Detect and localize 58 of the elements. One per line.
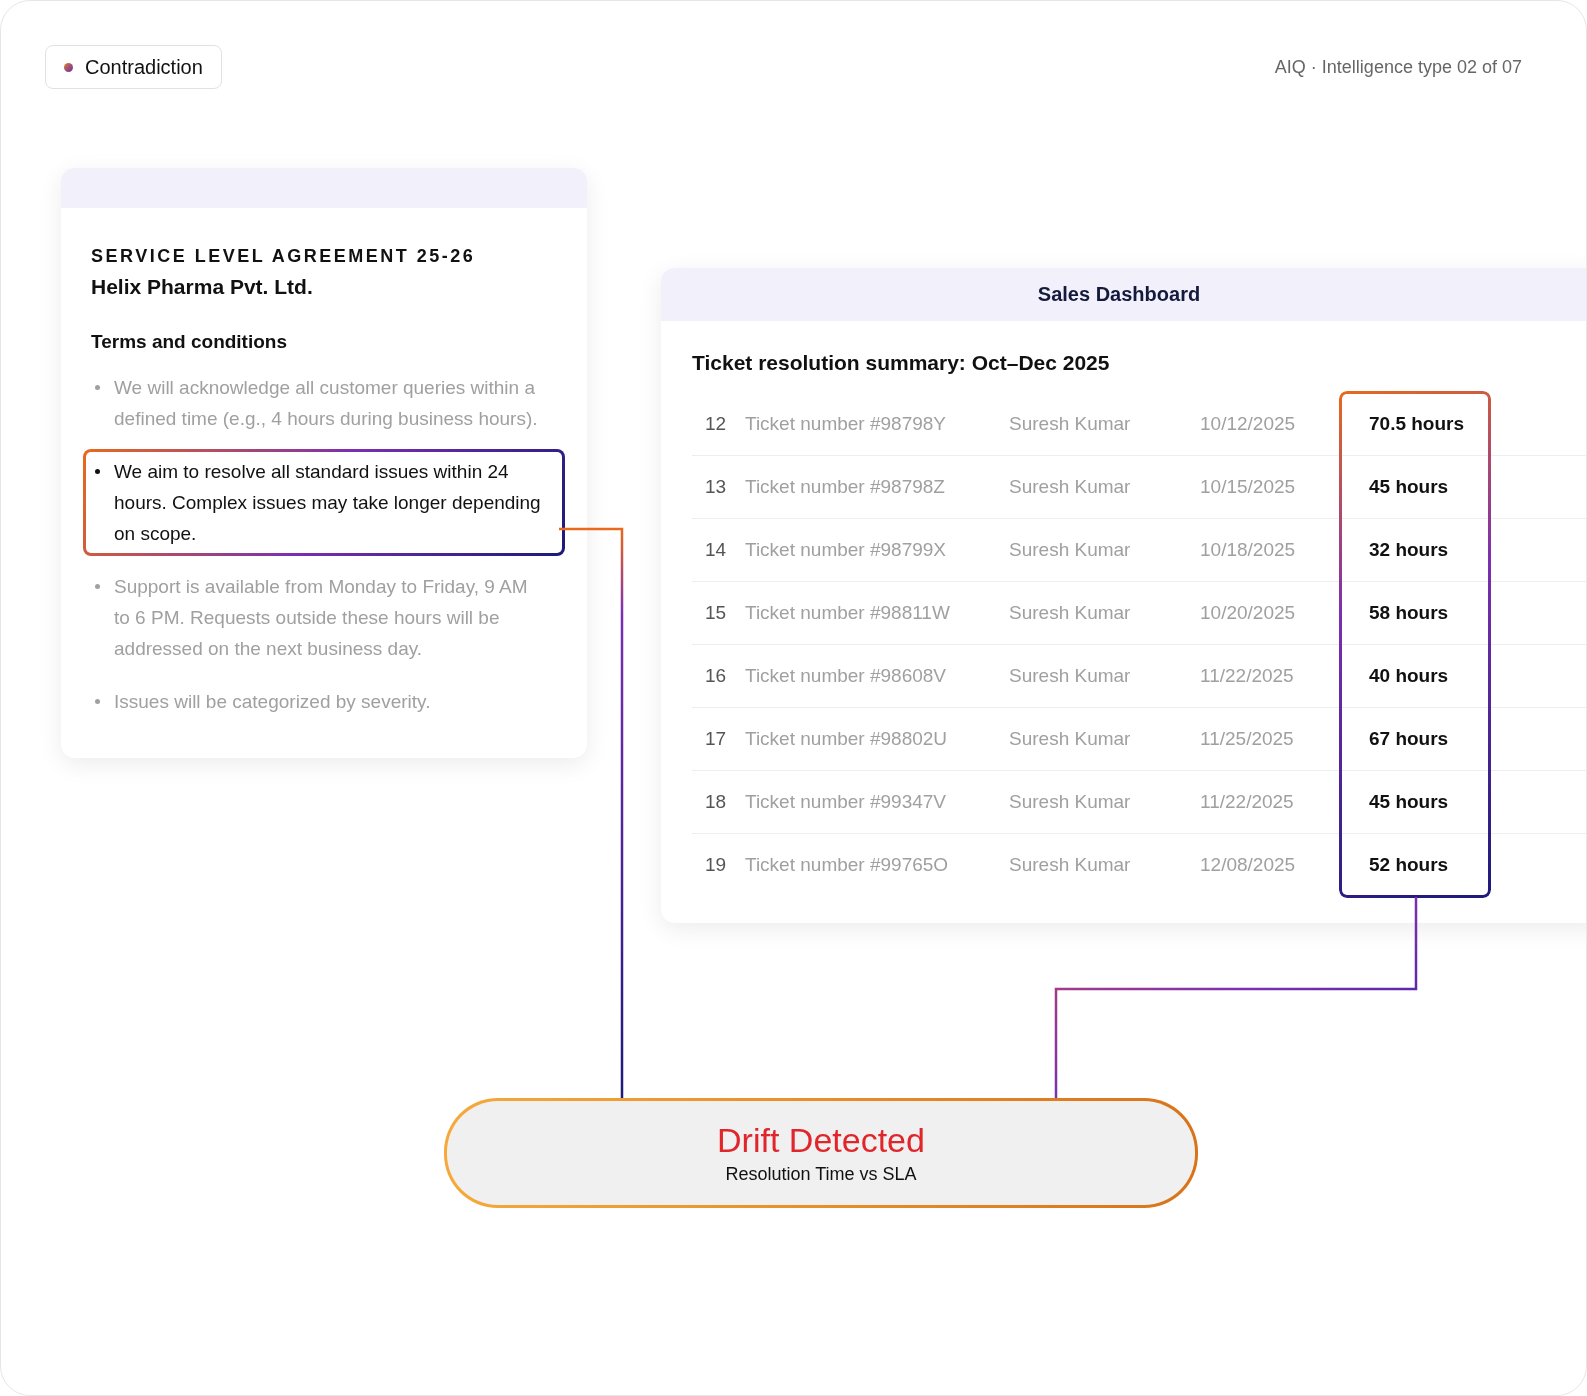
row-number: 12 [704, 413, 728, 435]
alert-subtitle: Resolution Time vs SLA [725, 1164, 917, 1185]
hours-cell-text: 70.5 hours [1368, 413, 1466, 435]
row-number: 19 [704, 854, 728, 876]
table-cell-text: Suresh Kumar [1009, 728, 1132, 750]
table-cell-text: Suresh Kumar [1009, 539, 1132, 561]
bullet-icon [95, 469, 100, 474]
table-cell-text: 11/25/2025 [1200, 728, 1295, 750]
row-number: 18 [704, 791, 728, 813]
dot-icon [64, 62, 73, 72]
hours-cell-text: 45 hours [1368, 791, 1450, 813]
table-cell-text: 11/22/2025 [1200, 665, 1295, 687]
row-number: 13 [704, 476, 728, 498]
term-text: We aim to resolve all standard issues within 24 hours. Complex issues may take longer depending on scope. [114, 460, 542, 546]
table-cell-text: 10/20/2025 [1200, 602, 1297, 624]
table-cell-text: Ticket number #99765O [745, 854, 950, 876]
bullet-icon [95, 584, 100, 589]
row-number: 15 [704, 602, 728, 624]
table-cell-text: 10/18/2025 [1200, 539, 1297, 561]
hours-cell-text: 58 hours [1368, 602, 1450, 624]
table-title: Ticket resolution summary: Oct–Dec 2025 [692, 351, 1111, 375]
document-eyebrow: SERVICE LEVEL AGREEMENT 25-26 [91, 246, 477, 267]
table-cell-text: 10/12/2025 [1200, 413, 1297, 435]
hours-cell-text: 45 hours [1368, 476, 1450, 498]
table-cell-text: 12/08/2025 [1200, 854, 1297, 876]
table-cell-text: Ticket number #98798Y [745, 413, 948, 435]
table-cell-text: Suresh Kumar [1009, 854, 1132, 876]
table-cell-text: Ticket number #98798Z [745, 476, 946, 498]
table-cell-text: Suresh Kumar [1009, 791, 1132, 813]
table-cell-text: 11/22/2025 [1200, 791, 1295, 813]
table-cell-text: Ticket number #98811W [745, 602, 951, 624]
bullet-icon [95, 699, 100, 704]
hours-cell-text: 67 hours [1368, 728, 1450, 750]
table-cell-text: Ticket number #98802U [745, 728, 949, 750]
term-text: Support is available from Monday to Friday, 9 AM to 6 PM. Requests outside these hours will be addressed on the next business day. [114, 575, 529, 661]
row-number: 14 [704, 539, 728, 561]
table-cell-text: Ticket number #98608V [745, 665, 948, 687]
alert-title: Drift Detected [717, 1121, 925, 1160]
section-heading: Terms and conditions [91, 331, 288, 353]
table-cell-text: Suresh Kumar [1009, 665, 1132, 687]
page-caption: AIQ · Intelligence type 02 of 07 [1274, 56, 1522, 78]
term-text: Issues will be categorized by severity. [114, 690, 431, 714]
term-text: We will acknowledge all customer queries within a defined time (e.g., 4 hours during business hours). [114, 376, 539, 431]
bullet-icon [95, 385, 100, 390]
table-cell-text: Suresh Kumar [1009, 413, 1132, 435]
row-number: 16 [704, 665, 728, 687]
table-cell-text: Ticket number #98799X [745, 539, 948, 561]
dashboard-title: Sales Dashboard [661, 268, 1586, 321]
hours-cell-text: 32 hours [1368, 539, 1450, 561]
table-cell-text: Suresh Kumar [1009, 476, 1132, 498]
table-cell-text: Ticket number #99347V [745, 791, 948, 813]
hours-cell-text: 40 hours [1368, 665, 1450, 687]
row-number: 17 [704, 728, 728, 750]
table-cell-text: Suresh Kumar [1009, 602, 1132, 624]
company-name: Helix Pharma Pvt. Ltd. [91, 275, 314, 299]
hours-cell-text: 52 hours [1368, 854, 1450, 876]
table-cell-text: 10/15/2025 [1200, 476, 1297, 498]
category-tag: Contradiction [45, 45, 222, 89]
